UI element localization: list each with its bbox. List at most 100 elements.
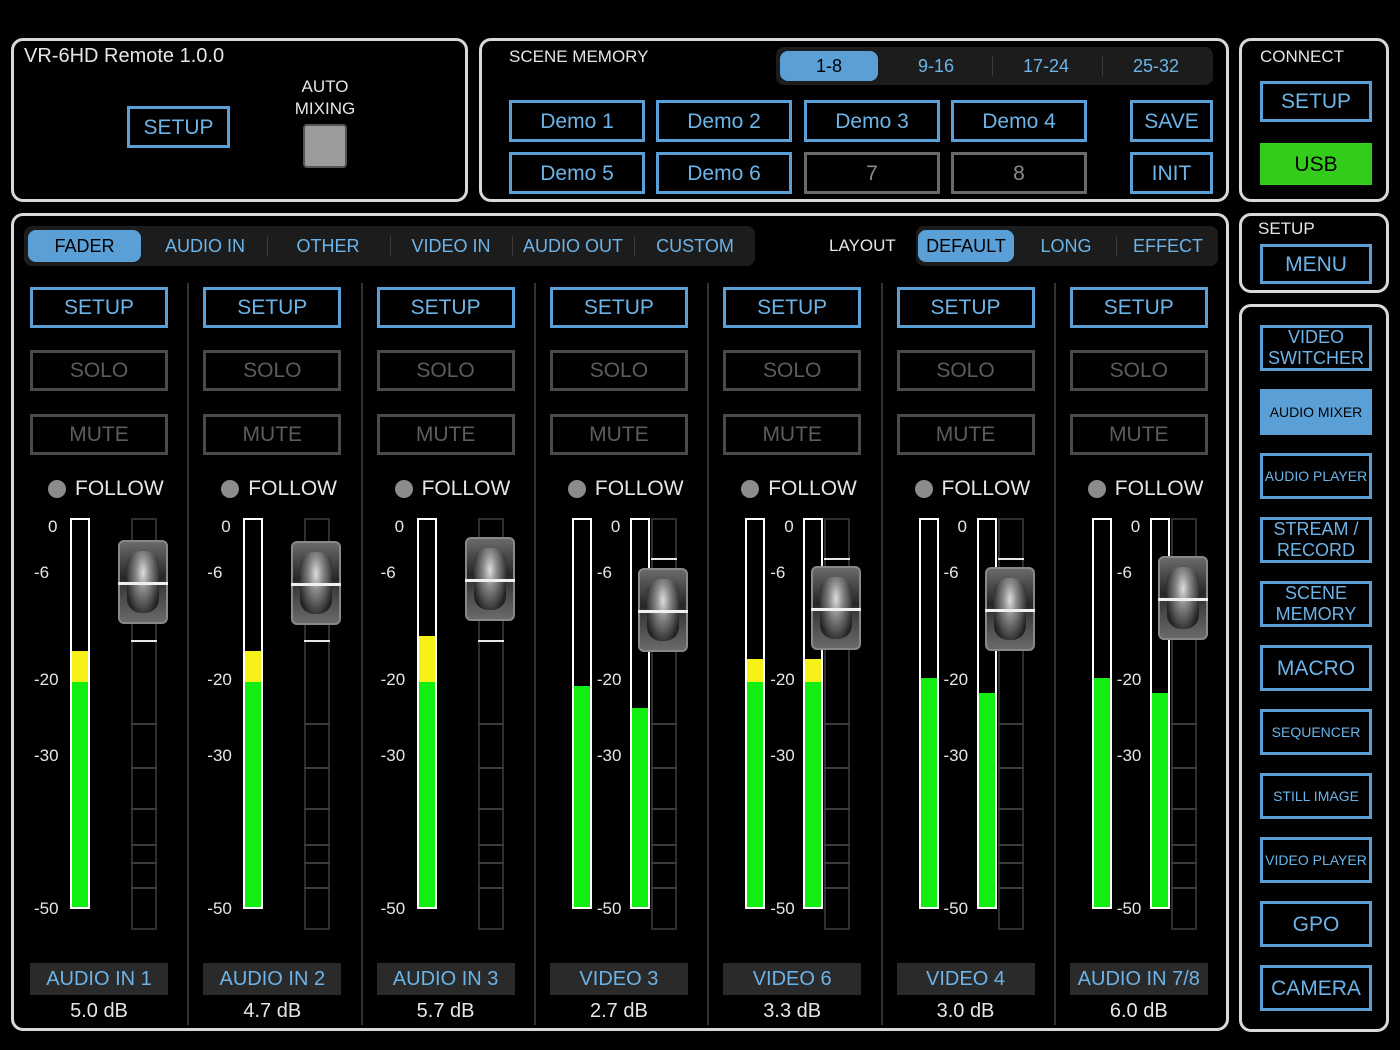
channel-name-label[interactable]: VIDEO 4 <box>896 963 1035 995</box>
fader-knob[interactable] <box>118 540 168 624</box>
layout-default[interactable]: DEFAULT <box>918 230 1014 262</box>
channel-mute-button[interactable]: MUTE <box>30 414 168 455</box>
channel-setup-button[interactable]: SETUP <box>723 287 862 328</box>
channel-name-label[interactable]: VIDEO 3 <box>549 963 688 995</box>
channel-solo-button[interactable]: SOLO <box>30 350 168 391</box>
channel-setup-button[interactable]: SETUP <box>896 287 1035 328</box>
scale-label: 0 <box>1129 517 1142 537</box>
channel-mute-button[interactable]: MUTE <box>376 414 515 455</box>
channel-setup-button[interactable]: SETUP <box>1069 287 1208 328</box>
fader-knob[interactable] <box>1157 556 1208 641</box>
channel-solo-button[interactable]: SOLO <box>723 350 862 391</box>
scale-label: -20 <box>380 670 406 689</box>
nav-still-image-button[interactable]: STILL IMAGE <box>1260 773 1372 819</box>
fader-scale-tick <box>131 844 157 846</box>
fader-scale-tick <box>650 808 677 810</box>
meter-green-fill <box>573 685 590 907</box>
follow-indicator-icon[interactable] <box>567 480 586 498</box>
nav-scene-memory-button[interactable]: SCENE MEMORY <box>1260 581 1372 627</box>
nav-macro-button[interactable]: MACRO <box>1260 645 1372 691</box>
usb-button[interactable]: USB <box>1260 143 1372 185</box>
nav-video-player-button[interactable]: VIDEO PLAYER <box>1260 837 1372 883</box>
scale-label: -6 <box>942 563 960 583</box>
channel-mute-button[interactable]: MUTE <box>203 414 342 455</box>
channel-mute-button[interactable]: MUTE <box>896 414 1035 455</box>
nav-camera-button[interactable]: CAMERA <box>1260 965 1372 1011</box>
channel-mute-button[interactable]: MUTE <box>549 414 688 455</box>
follow-label: FOLLOW <box>75 477 164 500</box>
scene-button-2[interactable]: Demo 2 <box>656 100 792 142</box>
follow-label: FOLLOW <box>768 477 857 500</box>
nav-video-switcher-button[interactable]: VIDEO SWITCHER <box>1260 325 1372 371</box>
auto-mixing-toggle[interactable] <box>303 124 347 168</box>
follow-indicator-icon[interactable] <box>394 480 413 498</box>
scene-save-button[interactable]: SAVE <box>1130 100 1213 142</box>
channel-setup-button[interactable]: SETUP <box>549 287 688 328</box>
fader-scale-tick <box>997 862 1024 864</box>
scene-button-8[interactable]: 8 <box>951 152 1087 194</box>
scale-label: -20 <box>595 670 623 690</box>
fader-knob[interactable] <box>637 568 688 653</box>
scene-button-5[interactable]: Demo 5 <box>509 152 645 194</box>
channel-solo-button[interactable]: SOLO <box>1069 350 1208 391</box>
scene-button-1[interactable]: Demo 1 <box>509 100 645 142</box>
tab-other[interactable]: OTHER <box>269 226 387 266</box>
channel-mute-button[interactable]: MUTE <box>723 414 862 455</box>
tab-audio-out[interactable]: AUDIO OUT <box>514 226 632 266</box>
fader-knob[interactable] <box>984 567 1035 652</box>
scene-button-7[interactable]: 7 <box>804 152 940 194</box>
nav-audio-mixer-button[interactable]: AUDIO MIXER <box>1260 389 1372 435</box>
scene-page-9-16[interactable]: 9-16 <box>884 47 988 85</box>
fader-knob[interactable] <box>291 541 342 626</box>
meter-yellow-fill <box>418 636 435 682</box>
seg-separator <box>390 236 391 256</box>
fader-knob[interactable] <box>811 566 862 651</box>
scene-button-6[interactable]: Demo 6 <box>656 152 792 194</box>
nav-gpo-button[interactable]: GPO <box>1260 901 1372 947</box>
scene-page-17-24[interactable]: 17-24 <box>994 47 1098 85</box>
app-setup-button[interactable]: SETUP <box>127 106 230 148</box>
scene-button-3[interactable]: Demo 3 <box>804 100 940 142</box>
channel-solo-button[interactable]: SOLO <box>896 350 1035 391</box>
app-title: VR-6HD Remote 1.0.0 <box>24 45 225 67</box>
channel-name-label[interactable]: VIDEO 6 <box>723 963 862 995</box>
channel-setup-button[interactable]: SETUP <box>376 287 515 328</box>
layout-effect[interactable]: EFFECT <box>1118 226 1218 266</box>
channel-setup-button[interactable]: SETUP <box>203 287 342 328</box>
follow-indicator-icon[interactable] <box>48 480 66 498</box>
tab-audio-in[interactable]: AUDIO IN <box>146 226 264 266</box>
fader-zero-mark <box>997 558 1024 560</box>
channel-name-label[interactable]: AUDIO IN 1 <box>30 963 168 995</box>
nav-audio-player-button[interactable]: AUDIO PLAYER <box>1260 453 1372 499</box>
follow-indicator-icon[interactable] <box>1087 480 1106 498</box>
fader-scale-tick <box>650 887 677 889</box>
layout-label: LAYOUT <box>829 236 896 255</box>
channel-solo-button[interactable]: SOLO <box>376 350 515 391</box>
channel-solo-button[interactable]: SOLO <box>549 350 688 391</box>
setup-menu-button[interactable]: MENU <box>1260 244 1372 284</box>
fader-knob[interactable] <box>464 537 515 622</box>
connect-setup-button[interactable]: SETUP <box>1260 81 1372 122</box>
channel-mute-button[interactable]: MUTE <box>1069 414 1208 455</box>
fader-scale-tick <box>477 844 504 846</box>
nav-stream-record-button[interactable]: STREAM / RECORD <box>1260 517 1372 563</box>
tab-video-in[interactable]: VIDEO IN <box>392 226 510 266</box>
scene-page-25-32[interactable]: 25-32 <box>1104 47 1208 85</box>
scene-init-button[interactable]: INIT <box>1130 152 1213 194</box>
layout-long[interactable]: LONG <box>1016 226 1116 266</box>
channel-name-label[interactable]: AUDIO IN 3 <box>376 963 515 995</box>
follow-label: FOLLOW <box>1114 477 1204 500</box>
fader-scale-tick <box>304 887 331 889</box>
fader-scale-tick <box>1170 767 1197 769</box>
follow-indicator-icon[interactable] <box>914 480 933 498</box>
tab-custom[interactable]: CUSTOM <box>636 226 754 266</box>
channel-setup-button[interactable]: SETUP <box>30 287 168 328</box>
scene-button-4[interactable]: Demo 4 <box>951 100 1087 142</box>
channel-name-label[interactable]: AUDIO IN 7/8 <box>1069 963 1208 995</box>
fader-scale-tick <box>650 723 677 725</box>
channel-solo-button[interactable]: SOLO <box>203 350 342 391</box>
tab-fader[interactable]: FADER <box>28 230 141 262</box>
nav-sequencer-button[interactable]: SEQUENCER <box>1260 709 1372 755</box>
channel-name-label[interactable]: AUDIO IN 2 <box>203 963 342 995</box>
scene-page-1-8[interactable]: 1-8 <box>780 51 878 81</box>
